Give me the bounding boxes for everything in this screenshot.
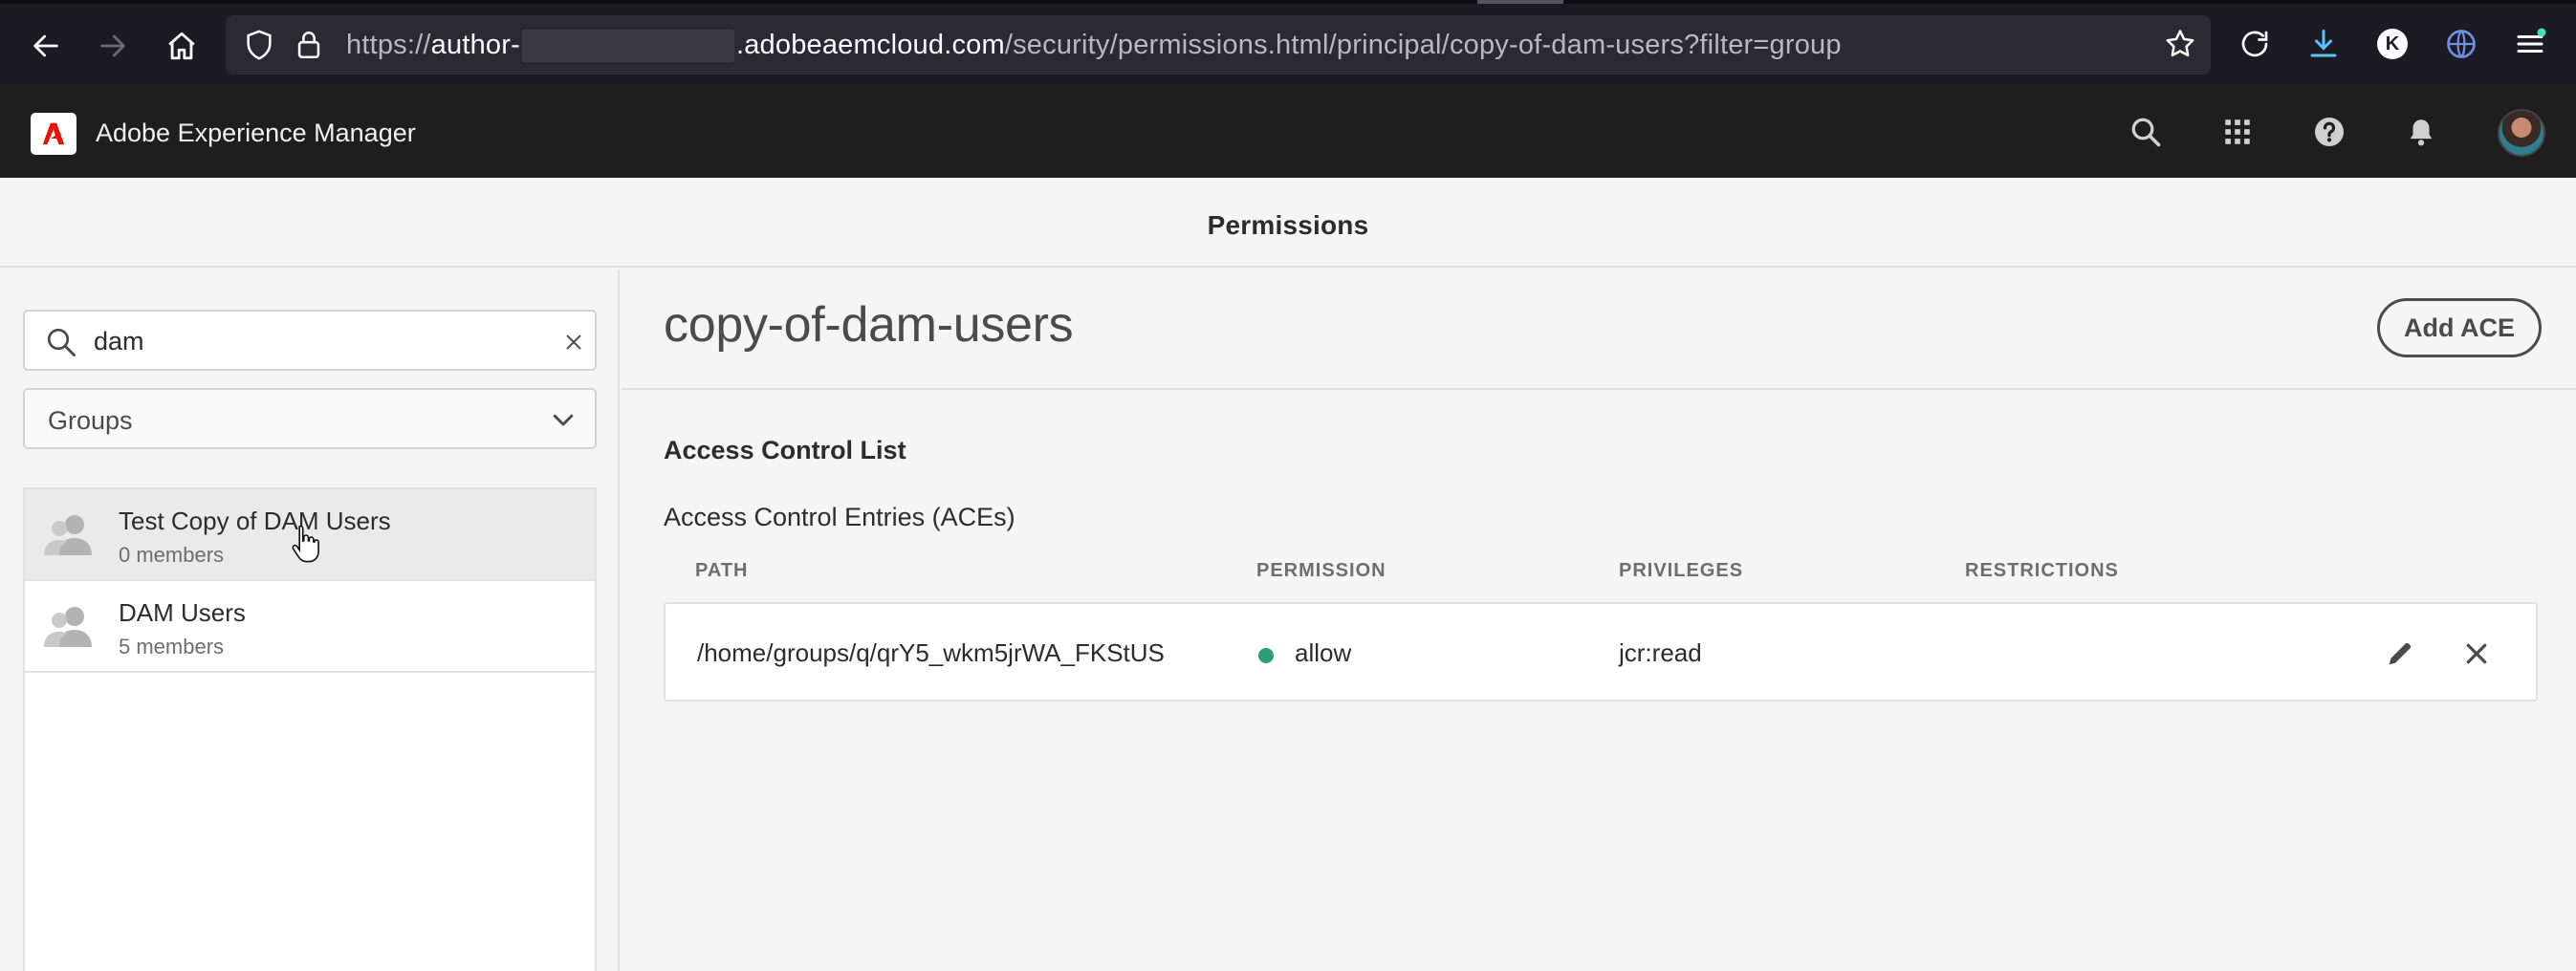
left-rail: Groups Test Copy of DAM Users 0 members … xyxy=(0,270,620,971)
ace-privileges: jcr:read xyxy=(1619,638,1702,667)
apps-grid-icon[interactable] xyxy=(2216,111,2259,153)
help-icon[interactable] xyxy=(2308,111,2350,153)
download-icon[interactable] xyxy=(2304,25,2343,63)
page-title: Permissions xyxy=(1207,210,1369,240)
group-icon xyxy=(44,515,92,555)
principal-name: copy-of-dam-users xyxy=(664,297,1074,353)
principal-header: copy-of-dam-users Add ACE xyxy=(622,270,2576,390)
acl-heading: Access Control List xyxy=(664,436,906,464)
forward-icon[interactable] xyxy=(90,23,136,69)
profile-initial: K xyxy=(2377,29,2408,59)
column-header-restrictions: RESTRICTIONS xyxy=(1965,560,2119,581)
column-header-path: PATH xyxy=(695,560,749,581)
search-input[interactable] xyxy=(94,323,553,359)
active-tab-indicator[interactable] xyxy=(1477,0,1563,4)
lock-icon[interactable] xyxy=(293,29,325,61)
app-title[interactable]: Adobe Experience Manager xyxy=(96,119,416,148)
browser-toolbar: https://author- .adobeaemcloud.com/securi… xyxy=(0,0,2576,84)
aem-shell-header: Adobe Experience Manager xyxy=(0,84,2576,178)
adobe-logo-icon[interactable] xyxy=(31,113,76,155)
title-bar: Permissions xyxy=(0,178,2576,268)
hand-cursor-icon xyxy=(292,525,319,563)
list-item[interactable]: DAM Users 5 members xyxy=(25,581,595,673)
list-item-name: Test Copy of DAM Users xyxy=(119,507,391,535)
allow-status-dot xyxy=(1258,648,1274,663)
notifications-icon[interactable] xyxy=(2400,111,2442,153)
home-icon[interactable] xyxy=(159,23,205,69)
url-bar[interactable]: https://author- .adobeaemcloud.com/securi… xyxy=(226,15,2211,75)
search-icon[interactable] xyxy=(2125,111,2167,153)
edit-icon[interactable] xyxy=(2379,633,2421,675)
table-row: /home/groups/q/qrY5_wkm5jrWA_FKStUS allo… xyxy=(664,602,2538,701)
filter-select[interactable]: Groups xyxy=(23,388,597,449)
tab-strip xyxy=(0,0,2576,4)
list-item-count: 0 members xyxy=(119,543,225,567)
search-icon xyxy=(47,328,76,356)
ace-path: /home/groups/q/qrY5_wkm5jrWA_FKStUS xyxy=(697,638,1165,667)
reload-icon[interactable] xyxy=(2236,25,2274,63)
bookmark-star-icon[interactable] xyxy=(2161,25,2199,63)
list-item-name: DAM Users xyxy=(119,598,246,627)
clear-search-icon[interactable] xyxy=(560,329,587,356)
redacted-region xyxy=(521,30,734,63)
avatar[interactable] xyxy=(2498,109,2545,157)
ace-permission: allow xyxy=(1295,638,1352,667)
back-icon[interactable] xyxy=(23,23,69,69)
chevron-down-icon xyxy=(553,414,574,426)
delete-icon[interactable] xyxy=(2456,633,2498,675)
filter-select-value: Groups xyxy=(48,406,133,435)
group-icon xyxy=(44,607,92,647)
profile-icon[interactable]: K xyxy=(2373,25,2412,63)
column-header-permission: PERMISSION xyxy=(1256,560,1386,581)
shield-icon[interactable] xyxy=(243,29,275,61)
menu-icon[interactable] xyxy=(2511,25,2549,63)
search-field[interactable] xyxy=(23,310,597,371)
add-ace-button[interactable]: Add ACE xyxy=(2377,298,2542,357)
globe-icon[interactable] xyxy=(2442,25,2480,63)
list-item-count: 5 members xyxy=(119,635,225,658)
url-text[interactable]: https://author- .adobeaemcloud.com/securi… xyxy=(346,30,1842,63)
column-header-privileges: PRIVILEGES xyxy=(1619,560,1744,581)
ace-heading: Access Control Entries (ACEs) xyxy=(664,503,1015,531)
